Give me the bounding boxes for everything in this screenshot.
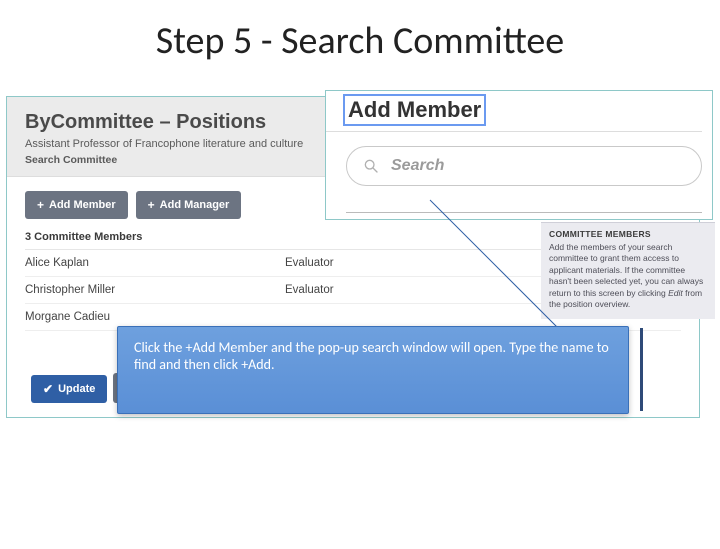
divider — [346, 212, 702, 213]
update-button[interactable]: ✔ Update — [31, 375, 107, 403]
update-label: Update — [58, 383, 95, 395]
add-member-popup: Add Member — [325, 90, 713, 220]
helper-text: Add the members of your search committee… — [549, 242, 707, 311]
search-field-wrapper[interactable] — [346, 146, 702, 186]
instruction-callout: Click the +Add Member and the pop-up sea… — [117, 326, 629, 414]
add-manager-button[interactable]: + Add Manager — [136, 191, 242, 219]
helper-title: COMMITTEE MEMBERS — [549, 229, 707, 239]
add-manager-label: Add Manager — [160, 199, 230, 211]
search-input[interactable] — [389, 156, 685, 176]
popup-title: Add Member — [346, 97, 483, 123]
add-member-button[interactable]: + Add Member — [25, 191, 128, 219]
add-member-label: Add Member — [49, 199, 116, 211]
helper-panel: COMMITTEE MEMBERS Add the members of you… — [541, 222, 715, 319]
accent-bar — [640, 328, 643, 411]
plus-icon: + — [37, 198, 44, 212]
member-name: Morgane Cadieu — [25, 311, 285, 323]
member-role: Evaluator — [285, 284, 425, 296]
search-icon — [363, 158, 379, 174]
member-name: Christopher Miller — [25, 284, 285, 296]
member-name: Alice Kaplan — [25, 257, 285, 269]
slide-title: Step 5 - Search Committee — [0, 0, 720, 64]
divider — [326, 131, 702, 132]
check-icon: ✔ — [43, 382, 53, 396]
plus-icon: + — [148, 198, 155, 212]
callout-text: Click the +Add Member and the pop-up sea… — [134, 339, 609, 373]
member-role: Evaluator — [285, 257, 425, 269]
